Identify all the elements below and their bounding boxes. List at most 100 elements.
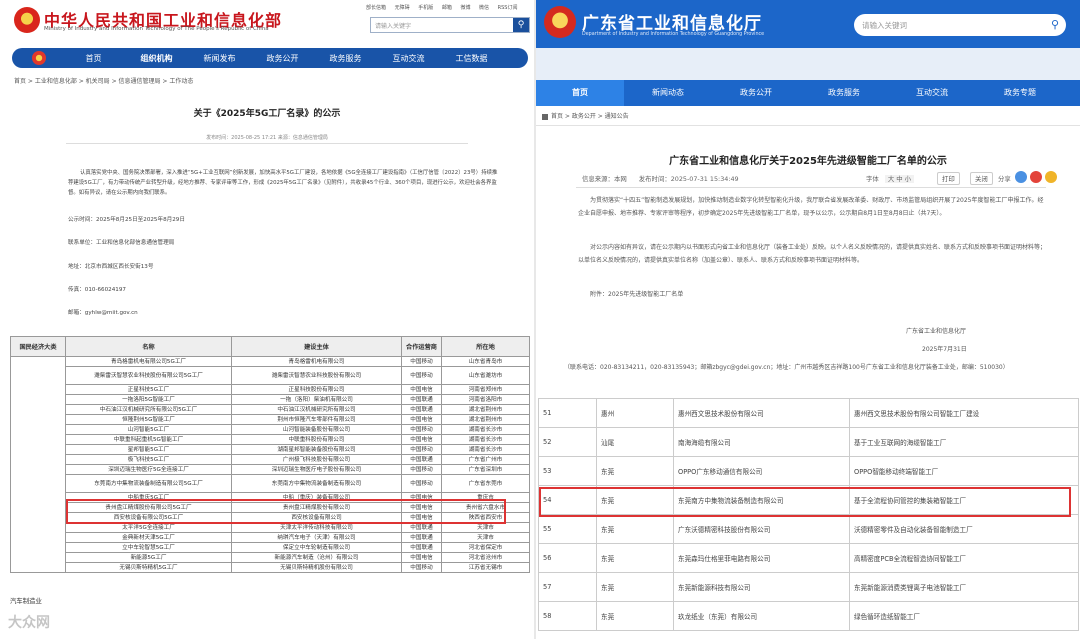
cell-name: 一拖洛阳5G智能工厂 [65, 394, 232, 405]
cell-location: 山东省青岛市 [441, 356, 530, 367]
gdei-search-input[interactable]: 请输入关键词 [862, 20, 907, 31]
gdei-search-box[interactable]: 请输入关键词 ⚲ [854, 14, 1066, 36]
close-button[interactable]: 关闭 [970, 172, 993, 185]
nav-item-home[interactable]: 首页 [62, 53, 125, 64]
cell-location: 天津市 [441, 522, 530, 533]
cell-name: 青岛格雷机电有限公司5G工厂 [65, 356, 232, 367]
gdei-nav: 首页 新闻动态 政务公开 政务服务 互动交流 政务专题 [536, 80, 1080, 106]
gdei-site-subtitle: Department of Industry and Information T… [582, 32, 765, 37]
share-qzone-icon[interactable] [1015, 171, 1027, 183]
cell-builder: 广州极飞科技股份有限公司 [231, 454, 402, 465]
breadcrumb[interactable]: 首页 > 工业和信息化部 > 机关司局 > 信息通信管理局 > 工作动态 [14, 76, 193, 85]
national-emblem-icon [544, 6, 576, 38]
divider [576, 187, 1046, 188]
watermark-logo: 大众网 [8, 615, 50, 631]
highlight-box [539, 487, 1071, 517]
nav-item-organization[interactable]: 组织机构 [125, 53, 188, 64]
table-row: 潍柴雷沃智慧农业科技股份有限公司5G工厂 潍柴雷沃智慧农业科技股份有限公司 中国移动… [11, 366, 530, 385]
table-row: 51 惠州 惠州西文思技术股份有限公司 惠州西文思技术股份有限公司智能工厂建设 [538, 398, 1079, 428]
search-icon[interactable]: ⚲ [1051, 18, 1059, 31]
breadcrumb[interactable]: 首页 > 政务公开 > 通知公告 [542, 111, 629, 120]
nav-item-news[interactable]: 新闻发布 [188, 53, 251, 64]
share-weibo-icon[interactable] [1030, 171, 1042, 183]
cell-operator: 中国联通 [401, 522, 442, 533]
cell-location: 山东省潍坊市 [441, 366, 530, 385]
cell-location: 广东省东莞市 [441, 474, 530, 493]
cell-name: 恒隆荆州5G智能工厂 [65, 414, 232, 425]
attachment-link[interactable]: 附件：2025年先进级智能工厂名单 [590, 288, 1060, 301]
cell-operator: 中国电信 [401, 384, 442, 395]
nav-item-data[interactable]: 工信数据 [440, 53, 503, 64]
nav-item-services[interactable]: 政务服务 [800, 80, 888, 106]
font-size-options[interactable]: 大 中 小 [884, 175, 915, 183]
national-emblem-icon [14, 7, 40, 33]
print-button[interactable]: 打印 [937, 172, 960, 185]
cell-name: 中石油江汉机械研究所有限公司5G工厂 [65, 404, 232, 415]
nav-item-news[interactable]: 新闻动态 [624, 80, 712, 106]
cell-builder: 一拖（洛阳）柴油机有限公司 [231, 394, 402, 405]
header-banner [536, 48, 1080, 80]
cell-location: 广东省深圳市 [441, 464, 530, 475]
miit-search-input[interactable]: 请输入关键字 [375, 21, 411, 30]
miit-search-box[interactable]: 请输入关键字 ⚲ [370, 17, 530, 33]
cell-operator: 中国移动 [401, 444, 442, 455]
breadcrumb-text[interactable]: 首页 > 政务公开 > 通知公告 [551, 113, 629, 120]
cell-operator: 中国移动 [401, 424, 442, 435]
cell-builder: 保定立中车轮制造有限公司 [231, 542, 402, 553]
cell-name: 星邦智能5G工厂 [65, 444, 232, 455]
meta-source: 信息来源：本网 [582, 175, 627, 183]
cell-operator: 中国移动 [401, 464, 442, 475]
cell-builder: 中联重科股份有限公司 [231, 434, 402, 445]
nav-item-public[interactable]: 政务公开 [712, 80, 800, 106]
sign-organization: 广东省工业和信息化厅 [906, 328, 967, 335]
factory-list-table: 国民经济大类 名称 建设主体 合作运营商 所在地 青岛格雷机电有限公司5G工厂青… [10, 336, 530, 573]
nav-emblem-icon [32, 51, 46, 65]
cell-operator: 中国联通 [401, 394, 442, 405]
nav-item-public[interactable]: 政务公开 [251, 53, 314, 64]
nav-item-topics[interactable]: 政务专题 [976, 80, 1064, 106]
cell-company: 广东沃德精密科技股份有限公司 [673, 514, 850, 544]
cell-location: 湖南省长沙市 [441, 434, 530, 445]
top-link[interactable]: 邮箱 [442, 5, 452, 11]
top-link[interactable]: 微博 [460, 5, 470, 11]
article-intro: 认真落实党中央、国务院决策部署，深入推进“5G+工业互联网”创新发展，加快高水平… [68, 170, 498, 196]
article-paragraph-1: 为贯彻落实“十四五”智能制造发展规划，加快推动制造业数字化转型智能化升级，我厅联… [578, 197, 1044, 217]
header-location: 所在地 [441, 336, 530, 357]
cell-city: 汕尾 [596, 427, 674, 457]
table-header-row: 国民经济大类 名称 建设主体 合作运营商 所在地 [10, 336, 530, 357]
font-size-control: 字体 大 中 小 [866, 174, 915, 183]
cell-builder: 无锡贝斯特精机股份有限公司 [231, 562, 402, 573]
miit-site-subtitle: Ministry of Industry and Information Tec… [44, 26, 269, 32]
search-icon[interactable]: ⚲ [513, 18, 529, 32]
table-row: 恒隆荆州5G智能工厂 荆州市恒隆汽车零部件有限公司 中国电信 湖北省荆州市 [11, 414, 530, 425]
table-row: 东莞南方中集物流装备制造有限公司5G工厂 东莞南方中集物流装备制造有限公司 中国移动… [11, 474, 530, 493]
top-link[interactable]: 无障碍 [395, 5, 410, 11]
article-title: 广东省工业和信息化厅关于2025年先进级智能工厂名单的公示 [669, 156, 947, 167]
sign-date: 2025年7月31日 [922, 346, 967, 353]
nav-item-interaction[interactable]: 互动交流 [377, 53, 440, 64]
article-meta: 发布时间：2025-08-25 17:21 来源：信息通信管理局 [206, 135, 328, 141]
fax: 传真：010-66024197 [68, 287, 126, 293]
nav-item-interaction[interactable]: 互动交流 [888, 80, 976, 106]
divider [66, 143, 468, 144]
cell-index: 51 [538, 398, 597, 428]
cell-city: 惠州 [596, 398, 674, 428]
cell-city: 东莞 [596, 514, 674, 544]
top-link[interactable]: 手机版 [418, 5, 433, 11]
divider [536, 125, 1080, 126]
table-row: 无锡贝斯特精机5G工厂 无锡贝斯特精机股份有限公司 中国移动 江苏省无锡市 [11, 562, 530, 573]
cell-index: 52 [538, 427, 597, 457]
top-link[interactable]: 微信 [479, 5, 489, 11]
nav-item-services[interactable]: 政务服务 [314, 53, 377, 64]
top-link[interactable]: RSS订阅 [498, 5, 518, 11]
table-row: 52 汕尾 南海海缆有限公司 基于工业互联网的海缆智能工厂 [538, 427, 1079, 457]
cell-location: 广东省广州市 [441, 454, 530, 465]
share-label: 分享 [998, 175, 1011, 183]
share-favorite-icon[interactable] [1045, 171, 1057, 183]
cell-name: 太平洋5G全连接工厂 [65, 522, 232, 533]
table-row: 极飞科技5G工厂 广州极飞科技股份有限公司 中国联通 广东省广州市 [11, 454, 530, 465]
cell-city: 东莞 [596, 456, 674, 486]
top-link[interactable]: 部长信箱 [366, 5, 386, 11]
cell-name: 深圳迈瑞生物医疗5G全连接工厂 [65, 464, 232, 475]
nav-item-home[interactable]: 首页 [536, 80, 624, 106]
